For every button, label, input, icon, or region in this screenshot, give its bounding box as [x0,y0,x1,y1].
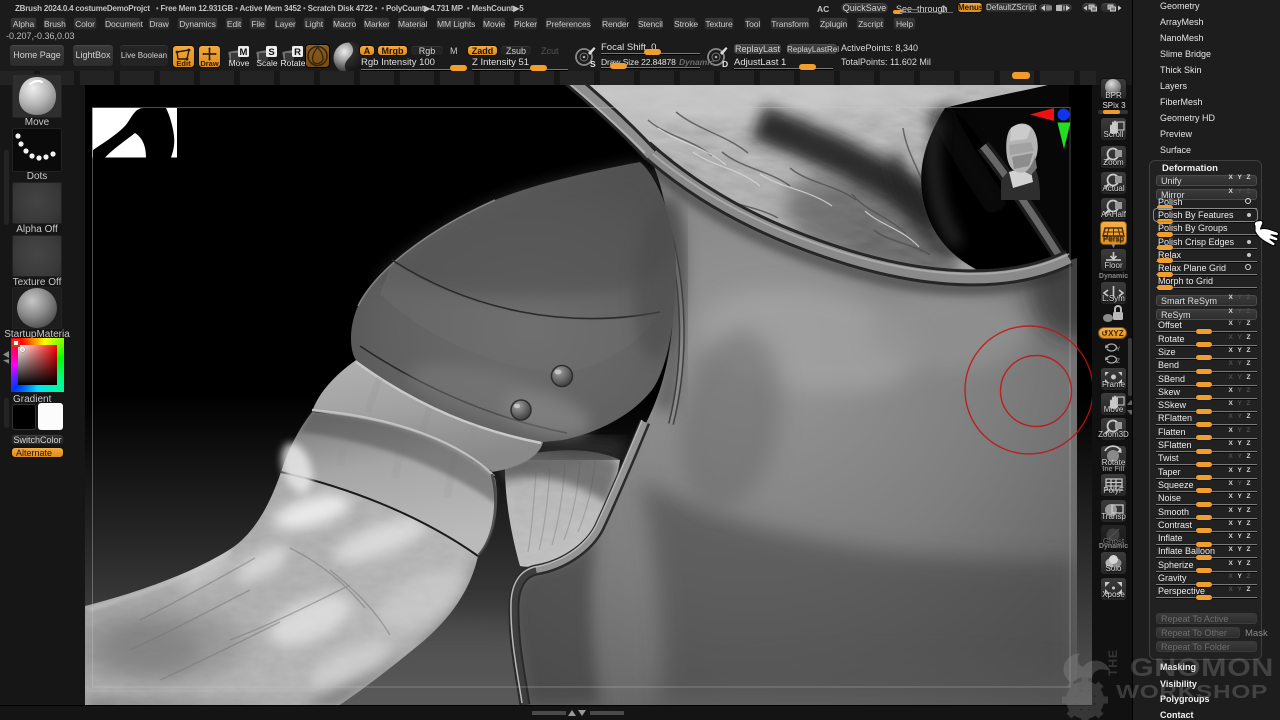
svg-text:Edit: Edit [176,59,191,68]
svg-text:Move: Move [229,58,250,68]
svg-text:Z: Z [1116,358,1120,365]
svg-text:GNOMON: GNOMON [1130,654,1274,682]
svg-text:Y: Y [1116,346,1121,353]
svg-text:S: S [268,47,274,58]
svg-text:D: D [722,59,728,69]
svg-text:M: M [240,47,248,58]
svg-text:Draw: Draw [200,59,219,68]
svg-text:WORKSHOP: WORKSHOP [1116,682,1268,702]
svg-text:S: S [590,59,596,69]
svg-text:THE: THE [1106,649,1120,676]
svg-text:Scale: Scale [256,58,278,68]
svg-text:R: R [294,47,301,58]
svg-text:Rotate: Rotate [280,58,305,68]
